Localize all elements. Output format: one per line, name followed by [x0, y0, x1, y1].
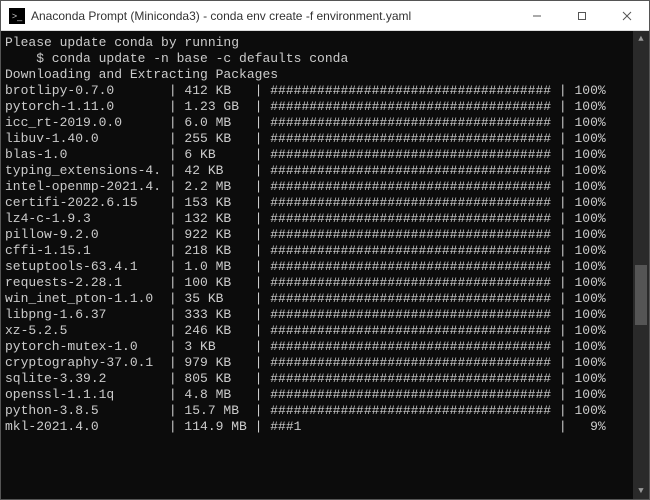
titlebar[interactable]: >_ Anaconda Prompt (Miniconda3) - conda …	[1, 1, 649, 31]
app-window: >_ Anaconda Prompt (Miniconda3) - conda …	[0, 0, 650, 500]
package-row: icc_rt-2019.0.0 | 6.0 MB | #############…	[5, 115, 633, 131]
window-title: Anaconda Prompt (Miniconda3) - conda env…	[31, 9, 514, 23]
scroll-thumb[interactable]	[635, 265, 647, 325]
package-row: python-3.8.5 | 15.7 MB | ###############…	[5, 403, 633, 419]
terminal-area: Please update conda by running $ conda u…	[1, 31, 649, 499]
package-row: typing_extensions-4. | 42 KB | #########…	[5, 163, 633, 179]
package-row: openssl-1.1.1q | 4.8 MB | ##############…	[5, 387, 633, 403]
maximize-button[interactable]	[559, 1, 604, 30]
terminal-line: $ conda update -n base -c defaults conda	[5, 51, 633, 67]
package-row: blas-1.0 | 6 KB | ######################…	[5, 147, 633, 163]
package-row: lz4-c-1.9.3 | 132 KB | #################…	[5, 211, 633, 227]
package-row: cffi-1.15.1 | 218 KB | #################…	[5, 243, 633, 259]
package-row: pytorch-mutex-1.0 | 3 KB | #############…	[5, 339, 633, 355]
scroll-up-icon[interactable]: ▲	[633, 31, 649, 47]
terminal-line: Please update conda by running	[5, 35, 633, 51]
package-row: setuptools-63.4.1 | 1.0 MB | ###########…	[5, 259, 633, 275]
terminal-line: Downloading and Extracting Packages	[5, 67, 633, 83]
package-row: xz-5.2.5 | 246 KB | ####################…	[5, 323, 633, 339]
package-row: sqlite-3.39.2 | 805 KB | ###############…	[5, 371, 633, 387]
package-row: cryptography-37.0.1 | 979 KB | #########…	[5, 355, 633, 371]
package-row: libuv-1.40.0 | 255 KB | ################…	[5, 131, 633, 147]
package-row: certifi-2022.6.15 | 153 KB | ###########…	[5, 195, 633, 211]
package-row: pillow-9.2.0 | 922 KB | ################…	[5, 227, 633, 243]
minimize-button[interactable]	[514, 1, 559, 30]
scroll-down-icon[interactable]: ▼	[633, 483, 649, 499]
package-row: brotlipy-0.7.0 | 412 KB | ##############…	[5, 83, 633, 99]
package-row: pytorch-1.11.0 | 1.23 GB | #############…	[5, 99, 633, 115]
scrollbar[interactable]: ▲ ▼	[633, 31, 649, 499]
package-row: requests-2.28.1 | 100 KB | #############…	[5, 275, 633, 291]
package-row: libpng-1.6.37 | 333 KB | ###############…	[5, 307, 633, 323]
package-row: win_inet_pton-1.1.0 | 35 KB | ##########…	[5, 291, 633, 307]
close-button[interactable]	[604, 1, 649, 30]
terminal-output[interactable]: Please update conda by running $ conda u…	[1, 31, 633, 499]
package-row: mkl-2021.4.0 | 114.9 MB | ###1 | 9%	[5, 419, 633, 435]
app-icon: >_	[9, 8, 25, 24]
package-row: intel-openmp-2021.4. | 2.2 MB | ########…	[5, 179, 633, 195]
window-controls	[514, 1, 649, 30]
